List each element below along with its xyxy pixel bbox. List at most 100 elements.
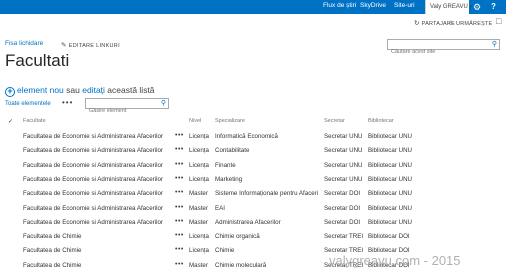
- page-title: Facultati: [5, 51, 70, 70]
- help-icon[interactable]: ?: [491, 1, 496, 13]
- cell-specializare: Administrarea Afacerilor: [215, 218, 281, 226]
- cell-facultate[interactable]: Facultatea de Economie si Administrarea …: [23, 205, 163, 212]
- view-all-items[interactable]: Toate elementele: [5, 101, 51, 107]
- table-row[interactable]: Facultatea de Economie si Administrarea …: [0, 218, 506, 233]
- column-header-secretar[interactable]: Secretar: [324, 118, 345, 124]
- column-header-facultate[interactable]: Facultate: [23, 118, 46, 124]
- cell-nivel: Master: [189, 218, 208, 226]
- cell-specializare: Chimie moleculară: [215, 261, 267, 269]
- cell-nivel: Master: [189, 190, 208, 198]
- list-search-box[interactable]: ⚲: [85, 98, 169, 116]
- suite-link-sites[interactable]: Site-uri: [394, 2, 415, 9]
- item-menu-icon[interactable]: •••: [175, 175, 184, 182]
- cell-bibliotecar: Bibliotecar UNU: [368, 161, 413, 169]
- cell-specializare: EAI: [215, 204, 225, 212]
- edit-links-label: EDITARE LINKURI: [68, 43, 120, 49]
- cell-secretar: Secretar UNU: [324, 133, 363, 140]
- edit-links-button[interactable]: ✎ EDITARE LINKURI: [61, 41, 120, 49]
- column-header-bibliotecar[interactable]: Bibliotecar: [368, 118, 394, 124]
- cell-nivel: Master: [189, 261, 208, 269]
- cell-bibliotecar: Bibliotecar UNU: [368, 133, 413, 140]
- select-all-checkmark-icon[interactable]: ✓: [8, 118, 13, 125]
- cell-facultate[interactable]: Facultatea de Chimie: [23, 233, 81, 240]
- list-search-input[interactable]: [86, 106, 156, 116]
- star-icon: ☆: [448, 20, 455, 27]
- search-icon[interactable]: ⚲: [492, 40, 497, 48]
- view-more-icon[interactable]: •••: [62, 98, 73, 107]
- cell-specializare: Contabilitate: [215, 147, 250, 155]
- table-row[interactable]: Facultatea de Economie si Administrarea …: [0, 161, 506, 176]
- item-menu-icon[interactable]: •••: [175, 161, 184, 168]
- table-row[interactable]: Facultatea de Chimie Licența Chimie organi…: [0, 232, 506, 247]
- item-menu-icon[interactable]: •••: [175, 232, 184, 239]
- cell-specializare: Chimie organică: [215, 233, 260, 241]
- cell-nivel: Licența: [189, 233, 209, 241]
- plus-circle-icon[interactable]: +: [5, 87, 15, 97]
- gear-icon[interactable]: ⚙: [473, 1, 481, 13]
- table-row[interactable]: Facultatea de Economie si Administrarea …: [0, 189, 506, 204]
- cell-specializare: Chimie: [215, 247, 235, 255]
- column-header-specializare[interactable]: Specializare: [215, 118, 245, 124]
- cell-specializare: Marketing: [215, 175, 243, 183]
- cell-secretar: Secretar DOI: [324, 218, 361, 226]
- cell-facultate[interactable]: Facultatea de Economie si Administrarea …: [23, 190, 163, 197]
- user-name: Valy GREAVU: [430, 4, 468, 10]
- cell-bibliotecar: Bibliotecar UNU: [368, 175, 413, 183]
- item-menu-icon[interactable]: •••: [175, 146, 184, 153]
- item-menu-icon[interactable]: •••: [175, 261, 184, 268]
- pencil-icon: ✎: [61, 42, 67, 49]
- cell-secretar: Secretar UNU: [324, 147, 363, 155]
- cell-bibliotecar: Bibliotecar UNU: [368, 190, 413, 198]
- share-icon: ↻: [414, 20, 420, 27]
- item-menu-icon[interactable]: •••: [175, 204, 184, 211]
- user-menu[interactable]: Valy GREAVU ▾: [425, 0, 472, 14]
- cell-facultate[interactable]: Facultatea de Economie si Administrarea …: [23, 176, 163, 183]
- table-row[interactable]: Facultatea de Economie si Administrarea …: [0, 146, 506, 161]
- new-item-or: sau: [63, 85, 83, 95]
- cell-facultate[interactable]: Facultatea de Economie si Administrarea …: [23, 133, 163, 140]
- cell-secretar: Secretar UNU: [324, 175, 363, 183]
- cell-facultate[interactable]: Facultatea de Chimie: [23, 262, 81, 269]
- cell-facultate[interactable]: Facultatea de Economie si Administrarea …: [23, 162, 163, 169]
- new-item-link[interactable]: element nou: [17, 85, 64, 95]
- cell-bibliotecar: Bibliotecar DOI: [368, 233, 410, 241]
- search-icon[interactable]: ⚲: [161, 99, 166, 107]
- cell-nivel: Licența: [189, 247, 209, 255]
- watermark: valygreavu.com - 2015: [329, 253, 461, 268]
- cell-secretar: Secretar DOI: [324, 190, 361, 198]
- table-row[interactable]: Facultatea de Economie si Administrarea …: [0, 132, 506, 147]
- cell-nivel: Licența: [189, 133, 209, 140]
- cell-nivel: Licența: [189, 161, 209, 169]
- cell-nivel: Master: [189, 204, 208, 212]
- cell-facultate[interactable]: Facultatea de Chimie: [23, 247, 81, 254]
- breadcrumb[interactable]: Fisa lichidare: [5, 40, 43, 47]
- cell-facultate[interactable]: Facultatea de Economie si Administrarea …: [23, 147, 163, 154]
- site-search-input[interactable]: [388, 47, 486, 57]
- cell-specializare: Sisteme Informaționale pentru Afaceri: [215, 190, 319, 198]
- cell-facultate[interactable]: Facultatea de Economie si Administrarea …: [23, 219, 163, 226]
- table-row[interactable]: Facultatea de Economie si Administrarea …: [0, 175, 506, 190]
- cell-bibliotecar: Bibliotecar UNU: [368, 218, 413, 226]
- suite-link-skydrive[interactable]: SkyDrive: [360, 2, 386, 9]
- item-menu-icon[interactable]: •••: [175, 189, 184, 196]
- item-menu-icon[interactable]: •••: [175, 218, 184, 225]
- column-header-nivel[interactable]: Nivel: [189, 118, 201, 124]
- cell-bibliotecar: Bibliotecar UNU: [368, 147, 413, 155]
- cell-specializare: Finante: [215, 161, 236, 169]
- table-row[interactable]: Facultatea de Economie si Administrarea …: [0, 204, 506, 219]
- cell-nivel: Licența: [189, 175, 209, 183]
- cell-specializare: Informatică Economică: [215, 133, 278, 140]
- cell-secretar: Secretar UNU: [324, 161, 363, 169]
- follow-label: URMĂREȘTE: [456, 21, 493, 27]
- follow-button[interactable]: ☆ URMĂREȘTE: [448, 19, 492, 27]
- item-menu-icon[interactable]: •••: [175, 246, 184, 253]
- cell-nivel: Licența: [189, 147, 209, 155]
- cell-secretar: Secretar DOI: [324, 204, 361, 212]
- suite-link-newsfeed[interactable]: Flux de știri: [323, 2, 356, 9]
- cell-secretar: Secretar TREI: [324, 233, 364, 241]
- item-menu-icon[interactable]: •••: [175, 132, 184, 139]
- focus-on-content-icon[interactable]: □: [496, 16, 501, 26]
- cell-bibliotecar: Bibliotecar UNU: [368, 204, 413, 212]
- site-search-box[interactable]: ⚲: [387, 39, 500, 57]
- edit-list-link[interactable]: editați: [82, 85, 105, 95]
